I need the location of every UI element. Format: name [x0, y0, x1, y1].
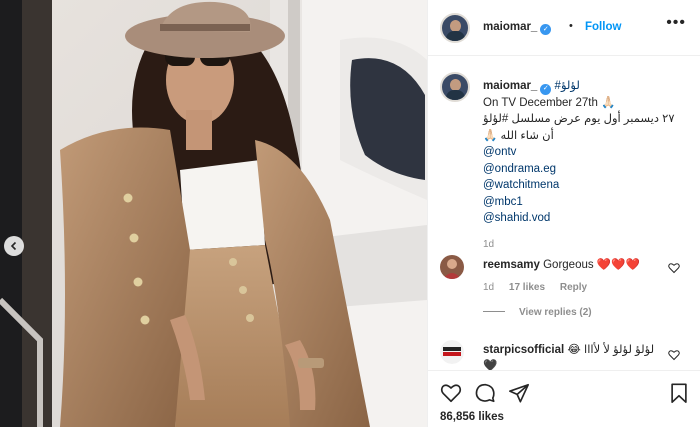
comment-avatar[interactable]	[440, 255, 464, 279]
separator-dot: •	[569, 20, 573, 32]
bookmark-icon[interactable]	[668, 382, 690, 404]
caption-line-en: On TV December 27th 🙏🏻	[483, 96, 616, 109]
post-side-panel: maiomar_ ✓ • Follow ••• maiomar_ ✓ #لؤلؤ O…	[427, 0, 700, 427]
like-comment-icon[interactable]	[668, 349, 680, 361]
verified-icon: ✓	[540, 23, 552, 35]
comment-avatar[interactable]	[440, 340, 464, 364]
caption-avatar[interactable]	[440, 72, 470, 102]
post-actions: 86,856 likes	[428, 370, 700, 427]
comment-icon[interactable]	[474, 382, 496, 404]
instagram-post: maiomar_ ✓ • Follow ••• maiomar_ ✓ #لؤلؤ O…	[0, 0, 700, 427]
comment-timestamp[interactable]: 1d	[483, 282, 494, 293]
mention-link[interactable]: @ondrama.eg	[483, 161, 688, 178]
view-replies-button[interactable]: View replies (2)	[483, 307, 592, 318]
more-options-icon[interactable]: •••	[666, 14, 686, 32]
header-username[interactable]: maiomar_ ✓	[483, 21, 552, 35]
chevron-left-icon	[10, 241, 17, 251]
caption-line-ar-1: ٢٧ ديسمبر أول يوم عرض مسلسل #لؤلؤ	[483, 113, 675, 126]
comment-text: reemsamy Gorgeous ❤️❤️❤️	[483, 259, 640, 271]
post-caption: maiomar_ ✓ #لؤلؤ On TV December 27th 🙏🏻 ٢…	[483, 78, 688, 253]
post-image	[0, 0, 427, 427]
post-header: maiomar_ ✓ • Follow •••	[428, 0, 700, 56]
comment-meta: 1d 17 likes Reply	[483, 282, 599, 293]
caption-username[interactable]: maiomar_ ✓	[483, 80, 552, 95]
mention-link[interactable]: @ontv	[483, 144, 688, 161]
avatar[interactable]	[440, 13, 470, 43]
caption-line-ar-2: أن شاء الله 🙏🏻	[483, 129, 554, 142]
comment-username[interactable]: starpicsofficial	[483, 344, 564, 356]
mention-link[interactable]: @shahid.vod	[483, 210, 688, 227]
mention-link[interactable]: @mbc1	[483, 194, 688, 211]
likes-count[interactable]: 86,856 likes	[440, 411, 504, 423]
post-photo[interactable]	[0, 0, 427, 427]
mention-link[interactable]: @watchitmena	[483, 177, 688, 194]
follow-button[interactable]: Follow	[585, 21, 621, 33]
heart-icon[interactable]	[440, 382, 462, 404]
carousel-prev-button[interactable]	[4, 236, 24, 256]
reply-button[interactable]: Reply	[560, 282, 587, 293]
share-icon[interactable]	[508, 382, 530, 404]
comment-username[interactable]: reemsamy	[483, 259, 540, 271]
like-comment-icon[interactable]	[668, 262, 680, 274]
verified-icon: ✓	[540, 83, 552, 95]
comment-likes[interactable]: 17 likes	[509, 282, 545, 293]
hashtag-link[interactable]: #لؤلؤ	[555, 80, 580, 92]
caption-timestamp[interactable]: 1d	[483, 237, 688, 254]
